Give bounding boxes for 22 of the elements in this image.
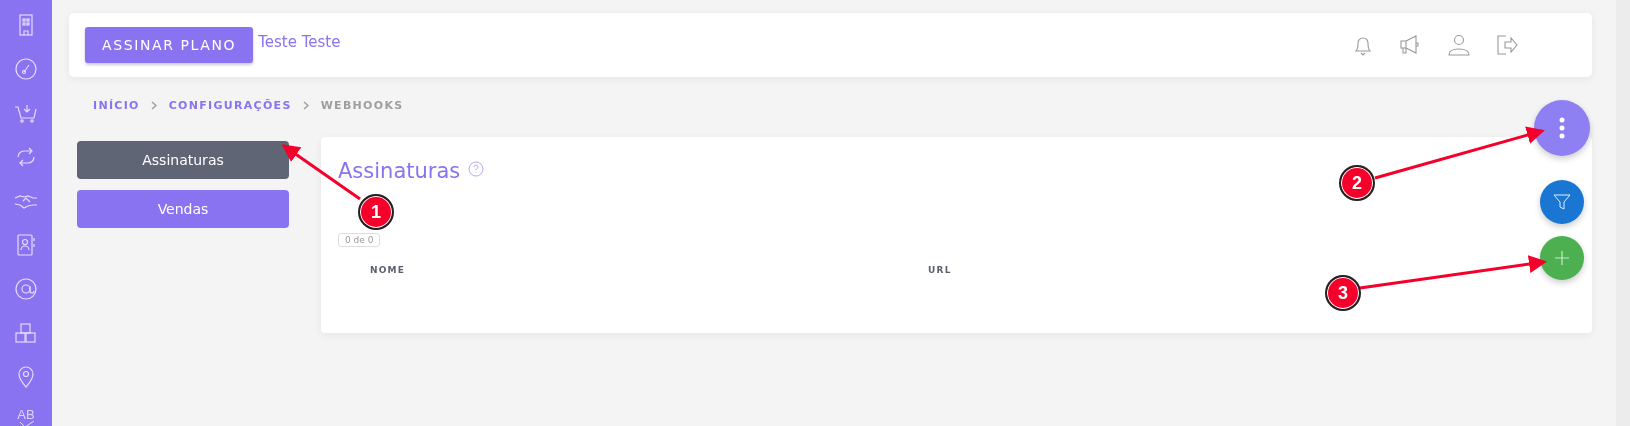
card-title: Assinaturas	[338, 159, 461, 183]
user-icon[interactable]	[1446, 32, 1472, 58]
record-counter: 0 de 0	[338, 233, 381, 247]
boxes-icon[interactable]	[13, 320, 39, 346]
menu-item[interactable]: Vendas	[77, 190, 289, 228]
breadcrumb-link[interactable]: INÍCIO	[93, 98, 140, 112]
chevron-icon	[301, 100, 311, 110]
subscribe-plan-button[interactable]: ASSINAR PLANO	[85, 27, 254, 63]
help-icon[interactable]	[468, 161, 485, 177]
logout-icon[interactable]	[1494, 32, 1520, 58]
breadcrumb-link[interactable]: CONFIGURAÇÕES	[168, 98, 292, 112]
at-sign-icon[interactable]	[13, 276, 39, 302]
chevron-icon	[149, 100, 159, 110]
breadcrumb-link[interactable]: WEBHOOKS	[320, 98, 404, 112]
plus-icon	[1554, 250, 1570, 266]
gauge-icon[interactable]	[13, 56, 39, 82]
column-header: NOME	[370, 265, 407, 275]
vertical-dots-icon	[1559, 117, 1565, 139]
user-name-link[interactable]: Teste Teste	[258, 33, 341, 51]
menu-item[interactable]: Assinaturas	[77, 141, 289, 179]
filter-icon	[1552, 192, 1572, 212]
column-header: URL	[928, 265, 953, 275]
